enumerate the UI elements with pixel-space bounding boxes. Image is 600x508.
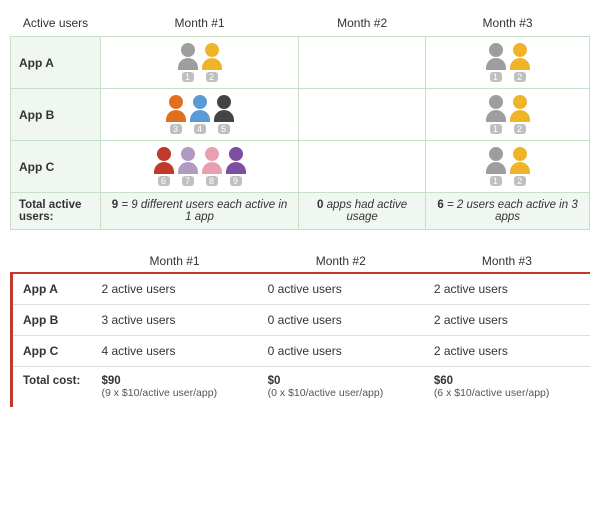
month3-cell-1: 1 2 [426,89,590,141]
col-header-empty [12,250,92,273]
table-row: App B 3 4 5 1 2 [11,89,590,141]
month2-cell-1 [299,89,426,141]
col-header-month2: Month #2 [299,10,426,37]
table-row: App A 2 active users 0 active users 2 ac… [12,273,591,305]
total-month1: 9 = 9 different users each active in 1 a… [101,193,299,230]
total-month3: 6 = 2 users each active in 3 apps [426,193,590,230]
bottom-month2-cell-0: 0 active users [258,273,424,305]
user-icon-2: 2 [510,147,530,186]
table-row: App A 1 2 1 2 [11,37,590,89]
user-icon-1: 1 [486,43,506,82]
bottom-app-label-2: App C [12,336,92,367]
app-label-0: App A [11,37,101,89]
user-icon-2: 2 [510,95,530,134]
user-icon-1: 1 [486,147,506,186]
bottom-total-label: Total cost: [12,367,92,408]
user-icon-2: 2 [202,43,222,82]
month3-cell-2: 1 2 [426,141,590,193]
table-row: App B 3 active users 0 active users 2 ac… [12,305,591,336]
top-active-users-table: Active users Month #1 Month #2 Month #3 … [10,10,590,230]
bottom-col-header-month1: Month #1 [92,250,258,273]
bottom-month3-cell-2: 2 active users [424,336,590,367]
user-icon-3: 3 [166,95,186,134]
total-month2: 0 apps had active usage [299,193,426,230]
user-icon-1: 1 [486,95,506,134]
bottom-total-month2: $0(0 x $10/active user/app) [258,367,424,408]
bottom-month1-cell-1: 3 active users [92,305,258,336]
bottom-total-month1: $90(9 x $10/active user/app) [92,367,258,408]
user-icon-5: 5 [214,95,234,134]
col-header-month1: Month #1 [101,10,299,37]
user-icon-9: 9 [226,147,246,186]
user-icon-6: 6 [154,147,174,186]
table-row: App C 6 7 8 9 1 2 [11,141,590,193]
total-label: Total active users: [11,193,101,230]
bottom-month2-cell-1: 0 active users [258,305,424,336]
bottom-month3-cell-1: 2 active users [424,305,590,336]
total-row: Total active users: 9 = 9 different user… [11,193,590,230]
bottom-app-label-1: App B [12,305,92,336]
bottom-month2-cell-2: 0 active users [258,336,424,367]
user-icon-2: 2 [510,43,530,82]
bottom-month1-cell-2: 4 active users [92,336,258,367]
table-row: App C 4 active users 0 active users 2 ac… [12,336,591,367]
bottom-total-month3: $60(6 x $10/active user/app) [424,367,590,408]
app-label-2: App C [11,141,101,193]
user-icon-1: 1 [178,43,198,82]
month1-cell-2: 6 7 8 9 [101,141,299,193]
month3-cell-0: 1 2 [426,37,590,89]
col-header-active-users: Active users [11,10,101,37]
col-header-month3: Month #3 [426,10,590,37]
user-icon-7: 7 [178,147,198,186]
bottom-cost-table: Month #1 Month #2 Month #3 App A 2 activ… [10,250,590,407]
app-label-1: App B [11,89,101,141]
bottom-app-label-0: App A [12,273,92,305]
bottom-month1-cell-0: 2 active users [92,273,258,305]
bottom-col-header-month3: Month #3 [424,250,590,273]
user-icon-4: 4 [190,95,210,134]
bottom-total-row: Total cost: $90(9 x $10/active user/app)… [12,367,591,408]
user-icon-8: 8 [202,147,222,186]
bottom-col-header-month2: Month #2 [258,250,424,273]
month1-cell-1: 3 4 5 [101,89,299,141]
month2-cell-0 [299,37,426,89]
month1-cell-0: 1 2 [101,37,299,89]
bottom-month3-cell-0: 2 active users [424,273,590,305]
month2-cell-2 [299,141,426,193]
